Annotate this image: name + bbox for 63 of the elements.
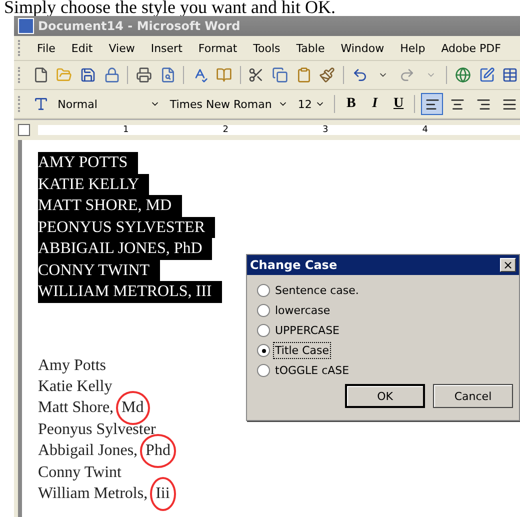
app-icon xyxy=(18,18,34,34)
globe-icon[interactable] xyxy=(453,65,473,85)
dialog-title: Change Case xyxy=(250,258,338,272)
selected-text: AMY POTTS xyxy=(38,152,138,174)
ok-button[interactable]: OK xyxy=(345,384,425,408)
radio-button[interactable] xyxy=(257,344,270,357)
ruler-number: 3 xyxy=(322,125,328,135)
printer-icon[interactable] xyxy=(134,65,154,85)
option-label[interactable]: Sentence case. xyxy=(274,283,360,298)
menu-item[interactable]: Adobe PDF xyxy=(435,42,507,54)
close-button[interactable]: × xyxy=(500,258,516,272)
radio-button[interactable] xyxy=(257,284,270,297)
option-label[interactable]: UPPERCASE xyxy=(274,323,341,338)
font-dropdown[interactable]: Times New Roman xyxy=(166,95,291,113)
size-dropdown[interactable]: 12 xyxy=(294,95,328,113)
align-left-button[interactable] xyxy=(421,93,444,115)
menu-item[interactable]: File xyxy=(31,42,62,54)
document-text: Amy Potts xyxy=(38,356,106,376)
selected-text: PEONYUS SYLVESTER xyxy=(38,216,215,238)
selected-text: KATIE KELLY xyxy=(38,174,150,195)
option-label[interactable]: Title Case xyxy=(274,343,330,358)
circled-text: Phd xyxy=(140,434,176,468)
italic-button[interactable]: I xyxy=(365,96,385,112)
menu-item[interactable]: View xyxy=(102,42,141,54)
window-title: Document14 - Microsoft Word xyxy=(38,19,240,33)
radio-button[interactable] xyxy=(257,304,270,317)
menu-item[interactable]: Edit xyxy=(65,42,99,54)
text-align-icon xyxy=(450,96,466,112)
option-label[interactable]: tOGGLE cASE xyxy=(274,363,350,378)
document-text: Conny Twint xyxy=(38,462,122,483)
menu-item[interactable]: Help xyxy=(394,42,432,54)
circled-text: Iii xyxy=(150,476,176,511)
ruler-number: 1 xyxy=(123,125,129,135)
ruler-number: 2 xyxy=(222,125,228,135)
radio-button[interactable] xyxy=(257,324,270,337)
text-align-icon xyxy=(502,96,517,112)
selected-text: MATT SHORE, MD xyxy=(38,195,182,216)
document-text: Abbigail Jones, xyxy=(38,441,138,462)
tab-stop-icon[interactable] xyxy=(18,124,30,136)
selected-text: CONNY TWINT xyxy=(38,260,160,281)
selected-text: ABBIGAIL JONES, PhD xyxy=(38,238,212,260)
option-label[interactable]: lowercase xyxy=(274,303,332,318)
ruler-number: 4 xyxy=(422,125,428,135)
brush-icon[interactable] xyxy=(317,65,338,85)
menu-item[interactable]: Window xyxy=(334,42,390,54)
copy-icon[interactable] xyxy=(270,65,290,85)
menu-item[interactable]: Tools xyxy=(247,42,286,54)
circled-text: Md xyxy=(116,391,150,426)
document-text: William Metrols, xyxy=(38,484,148,504)
menu-item[interactable]: Format xyxy=(192,42,244,54)
style-dropdown[interactable]: Normal xyxy=(54,95,163,113)
text-align-icon xyxy=(424,96,440,112)
underline-button[interactable]: U xyxy=(388,96,408,112)
text-align-icon xyxy=(476,96,492,112)
cancel-button[interactable]: Cancel xyxy=(433,384,513,408)
selected-text: WILLIAM METROLS, III xyxy=(38,281,222,302)
document-text: Katie Kelly xyxy=(38,376,112,397)
menu-item[interactable]: Table xyxy=(290,42,331,54)
document-text: Matt Shore, xyxy=(38,398,114,418)
menu-item[interactable]: Insert xyxy=(144,42,188,54)
bold-button[interactable]: B xyxy=(341,96,362,112)
caption-text: Simply choose the style you want and hit OK. xyxy=(3,0,336,16)
radio-button[interactable] xyxy=(257,364,270,377)
